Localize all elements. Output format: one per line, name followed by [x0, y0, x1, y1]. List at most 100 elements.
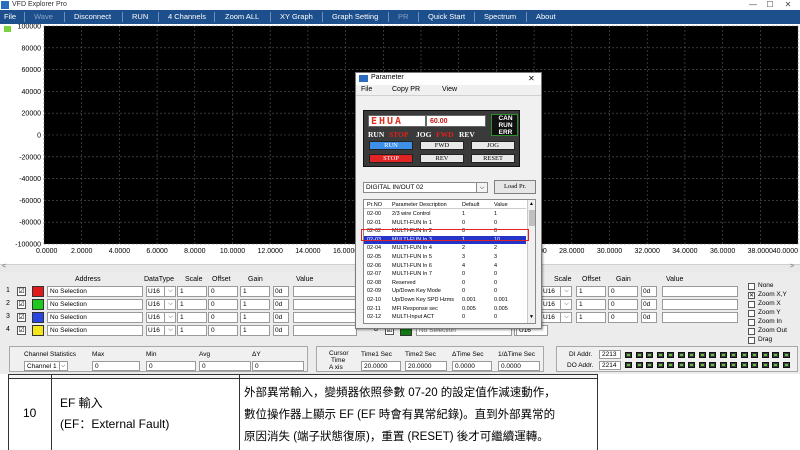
menu-zoom-all[interactable]: Zoom ALL [225, 10, 259, 24]
channel-offset-field[interactable]: 0 [608, 299, 638, 310]
parameter-row[interactable]: 02-05 MULTI-FUN In 5 3 3 [364, 253, 526, 261]
chevron-down-icon[interactable]: ⌵ [476, 182, 488, 193]
channel-address-field[interactable]: No Selection [47, 299, 143, 310]
keypad-fwd-button[interactable]: FWD [420, 141, 464, 150]
channel-scale-field[interactable]: 1 [177, 312, 207, 323]
channel-gain-field[interactable]: 1 [240, 325, 270, 336]
parameter-row[interactable]: 02-08 Reserved 0 0 [364, 279, 526, 287]
dialog-menu-copy-pr[interactable]: Copy PR [392, 86, 420, 93]
menu-quick-start[interactable]: Quick Start [428, 10, 465, 24]
channel-color-swatch[interactable] [32, 325, 44, 336]
parameter-row[interactable]: 02-11 MFI Response sec 0.005 0.005 [364, 305, 526, 313]
scroll-thumb[interactable] [529, 210, 535, 226]
channel-gain-field[interactable]: 1 [240, 299, 270, 310]
channel-color-swatch[interactable] [32, 312, 44, 323]
table-scrollbar[interactable]: ▲ ▼ [527, 200, 535, 323]
chevron-down-icon[interactable]: ⌵ [164, 312, 176, 323]
parameter-row[interactable]: 02-07 MULTI-FUN In 7 0 0 [364, 270, 526, 278]
keypad-stop-button[interactable]: STOP [369, 154, 413, 163]
time1-field[interactable]: 20.0000 [361, 361, 401, 371]
chevron-down-icon[interactable]: ⌵ [560, 312, 572, 323]
channel-address-field[interactable]: No Selection [47, 312, 143, 323]
keypad-run-button[interactable]: RUN [369, 141, 413, 150]
channel-format-field[interactable]: 0d [273, 312, 289, 323]
keypad-jog-button[interactable]: JOG [471, 141, 515, 150]
close-icon[interactable]: ✕ [528, 73, 535, 85]
zoom-option-in[interactable]: Zoom In [748, 318, 800, 327]
menu-file[interactable]: File [4, 10, 16, 24]
zoom-checkbox[interactable] [748, 337, 755, 344]
maximize-button[interactable]: ☐ [762, 0, 778, 10]
parameter-row[interactable]: 02-12 MULTI-Input ACT 0 0 [364, 313, 526, 321]
channel-gain-field[interactable]: 1 [240, 286, 270, 297]
minimize-button[interactable]: — [745, 0, 761, 10]
channel-scale-field[interactable]: 1 [576, 299, 606, 310]
scroll-down-icon[interactable]: ▼ [529, 314, 534, 320]
parameter-row[interactable]: 02-10 Up/Down Key SPD Hzms 0.001 0.001 [364, 296, 526, 304]
parameter-row[interactable]: 02-00 2/3 wire Control 1 1 [364, 210, 526, 218]
zoom-option-x[interactable]: Zoom X [748, 300, 800, 309]
zoom-option-none[interactable]: None [748, 282, 800, 291]
channel-scale-field[interactable]: 1 [177, 325, 207, 336]
parameter-row[interactable]: 02-09 Up/Down Key Mode 0 0 [364, 287, 526, 295]
menu-pr[interactable]: PR [398, 10, 408, 24]
di-address-field[interactable]: 2213 [599, 350, 621, 359]
channel-format-field[interactable]: 0d [641, 299, 657, 310]
parameter-group-select[interactable]: DIGITAL IN/OUT 02 [363, 182, 488, 193]
menu-disconnect[interactable]: Disconnect [74, 10, 111, 24]
channel-color-swatch[interactable] [32, 299, 44, 310]
channel-gain-field[interactable]: 1 [240, 312, 270, 323]
time2-field[interactable]: 20.0000 [405, 361, 447, 371]
menu-wave[interactable]: Wave [34, 10, 53, 24]
channel-scale-field[interactable]: 1 [177, 299, 207, 310]
chevron-down-icon[interactable]: ⌵ [560, 299, 572, 310]
parameter-row[interactable]: 02-01 MULTI-FUN In 1 0 0 [364, 219, 526, 227]
dialog-menu-view[interactable]: View [442, 86, 457, 93]
menu-4-channels[interactable]: 4 Channels [168, 10, 206, 24]
channel-format-field[interactable]: 0d [273, 299, 289, 310]
close-button[interactable]: ✕ [780, 0, 796, 10]
channel-scale-field[interactable]: 1 [177, 286, 207, 297]
keypad-rev-button[interactable]: REV [420, 154, 464, 163]
chevron-down-icon[interactable]: ⌵ [59, 361, 68, 371]
parameter-row[interactable]: 02-06 MULTI-FUN In 6 4 4 [364, 262, 526, 270]
trigger-marker-icon[interactable] [4, 26, 11, 32]
channel-offset-field[interactable]: 0 [208, 312, 238, 323]
channel-offset-field[interactable]: 0 [608, 312, 638, 323]
scroll-up-icon[interactable]: ▲ [529, 201, 534, 207]
load-pr-button[interactable]: Load Pr. [494, 180, 536, 194]
channel-address-field[interactable]: No Selection [47, 325, 143, 336]
parameter-row[interactable]: 02-04 MULTI-FUN In 4 2 2 [364, 244, 526, 252]
dialog-menu-file[interactable]: File [361, 86, 372, 93]
channel-format-field[interactable]: 0d [641, 312, 657, 323]
channel-format-field[interactable]: 0d [273, 286, 289, 297]
zoom-option-y[interactable]: Zoom Y [748, 309, 800, 318]
zoom-checkbox[interactable] [748, 328, 755, 335]
zoom-checkbox[interactable] [748, 319, 755, 326]
channel-checkbox[interactable]: ☑ [17, 287, 26, 296]
channel-scale-field[interactable]: 1 [576, 312, 606, 323]
zoom-option-out[interactable]: Zoom Out [748, 327, 800, 336]
channel-format-field[interactable]: 0d [273, 325, 289, 336]
channel-color-swatch[interactable] [32, 286, 44, 297]
channel-scale-field[interactable]: 1 [576, 286, 606, 297]
channel-checkbox[interactable]: ☑ [17, 313, 26, 322]
channel-checkbox[interactable]: ☑ [17, 326, 26, 335]
scroll-left-icon[interactable]: < [2, 263, 6, 270]
chevron-down-icon[interactable]: ⌵ [560, 286, 572, 297]
zoom-checkbox[interactable] [748, 301, 755, 308]
scroll-right-icon[interactable]: > [790, 263, 794, 270]
chevron-down-icon[interactable]: ⌵ [164, 299, 176, 310]
chevron-down-icon[interactable]: ⌵ [164, 325, 176, 336]
zoom-checkbox[interactable] [748, 310, 755, 317]
channel-checkbox[interactable]: ☑ [17, 300, 26, 309]
do-address-field[interactable]: 2214 [599, 361, 621, 370]
channel-offset-field[interactable]: 0 [608, 286, 638, 297]
channel-offset-field[interactable]: 0 [208, 286, 238, 297]
keypad-reset-button[interactable]: RESET [471, 154, 515, 163]
menu-graph-setting[interactable]: Graph Setting [332, 10, 378, 24]
chevron-down-icon[interactable]: ⌵ [164, 286, 176, 297]
channel-format-field[interactable]: 0d [641, 286, 657, 297]
channel-offset-field[interactable]: 0 [208, 325, 238, 336]
menu-about[interactable]: About [536, 10, 556, 24]
